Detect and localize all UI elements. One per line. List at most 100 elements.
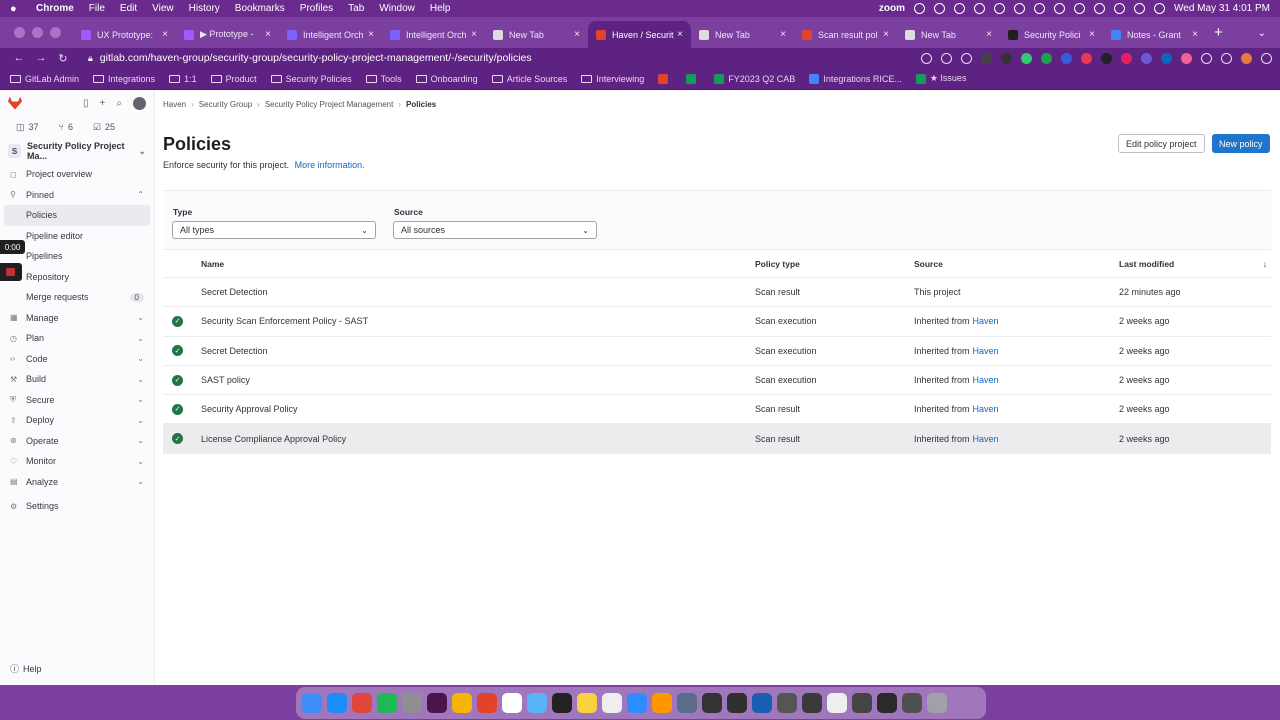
fullscreen-window-button[interactable] bbox=[50, 27, 61, 38]
browser-tab[interactable]: New Tab × bbox=[897, 21, 1000, 48]
menu-file[interactable]: File bbox=[89, 3, 105, 14]
1password-icon[interactable] bbox=[752, 693, 772, 713]
bookmark-item[interactable]: FY2023 Q2 CAB bbox=[714, 73, 795, 84]
sidebar-item-code[interactable]: ‹› Code ⌄ bbox=[0, 349, 154, 370]
slack-icon[interactable] bbox=[427, 693, 447, 713]
menu-clock[interactable]: Wed May 31 4:01 PM bbox=[1174, 3, 1270, 14]
sidebar-item-build[interactable]: ⚒ Build ⌄ bbox=[0, 369, 154, 390]
column-header-last-modified[interactable]: Last modified ↓ bbox=[1119, 259, 1271, 269]
bookmark-item[interactable]: ★ Issues bbox=[915, 73, 966, 84]
extension-icon[interactable] bbox=[1061, 52, 1072, 64]
sidebar-item-monitor[interactable]: ♡ Monitor ⌄ bbox=[0, 451, 154, 472]
extension-icon[interactable] bbox=[1101, 52, 1112, 64]
wifi-status-icon[interactable] bbox=[1094, 3, 1106, 14]
menu-help[interactable]: Help bbox=[430, 3, 451, 14]
bluetooth-status-icon[interactable] bbox=[1054, 3, 1066, 14]
sketch-icon[interactable] bbox=[452, 693, 472, 713]
sidebar-pinned-section[interactable]: ⚲ Pinned ⌃ bbox=[0, 185, 154, 206]
zoom-status-item[interactable]: zoom bbox=[879, 3, 905, 14]
table-row[interactable]: ✓ License Compliance Approval Policy Scan … bbox=[163, 424, 1271, 454]
help-button[interactable]: ⓘ Help bbox=[10, 662, 42, 675]
browser-tab[interactable]: New Tab × bbox=[485, 21, 588, 48]
bookmark-item[interactable]: Tools bbox=[365, 74, 402, 84]
table-row[interactable]: Secret Detection Scan result This project 2… bbox=[163, 278, 1271, 308]
preview-icon[interactable] bbox=[527, 693, 547, 713]
menu-history[interactable]: History bbox=[189, 3, 220, 14]
forward-arrow-icon[interactable]: → bbox=[30, 52, 52, 64]
menu-window[interactable]: Window bbox=[379, 3, 415, 14]
browser-tab[interactable]: Security Polici × bbox=[1000, 21, 1103, 48]
edit-policy-project-button[interactable]: Edit policy project bbox=[1118, 134, 1205, 153]
terminal-2-icon[interactable] bbox=[702, 693, 722, 713]
control-center-icon[interactable] bbox=[1134, 3, 1146, 14]
policy-name[interactable]: Secret Detection bbox=[201, 287, 755, 297]
breadcrumb-item[interactable]: Haven bbox=[163, 100, 186, 109]
tab-close-icon[interactable]: × bbox=[677, 29, 683, 40]
sort-descending-icon[interactable]: ↓ bbox=[1263, 259, 1267, 269]
tab-close-icon[interactable]: × bbox=[368, 29, 374, 40]
menu-bookmarks[interactable]: Bookmarks bbox=[235, 3, 285, 14]
textedit-icon[interactable] bbox=[602, 693, 622, 713]
chrome-icon[interactable] bbox=[352, 693, 372, 713]
extension-icon[interactable] bbox=[1081, 52, 1092, 64]
screen-icon[interactable] bbox=[677, 693, 697, 713]
window-icon[interactable] bbox=[777, 693, 797, 713]
search-icon[interactable]: ⌕ bbox=[116, 98, 122, 109]
menu-profiles[interactable]: Profiles bbox=[300, 3, 333, 14]
side-panel-icon[interactable] bbox=[1221, 52, 1232, 64]
app-store-icon[interactable] bbox=[327, 693, 347, 713]
browser-tab[interactable]: UX Prototype: × bbox=[73, 21, 176, 48]
extension-icon[interactable] bbox=[1021, 52, 1032, 64]
sidebar-item-settings[interactable]: ⚙ Settings bbox=[0, 496, 154, 517]
address-bar[interactable]: 🔒︎ gitlab.com/haven-group/security-group… bbox=[88, 49, 868, 67]
new-tab-button[interactable]: + bbox=[1214, 24, 1223, 41]
browser-tab[interactable]: Intelligent Orch × bbox=[382, 21, 485, 48]
system-settings-icon[interactable] bbox=[402, 693, 422, 713]
profile-avatar[interactable] bbox=[1241, 52, 1252, 64]
source-link[interactable]: Haven bbox=[973, 346, 999, 356]
project-switcher[interactable]: S Security Policy Project Ma... ⌄ bbox=[0, 138, 154, 164]
type-filter-dropdown[interactable]: All types ⌄ bbox=[172, 221, 376, 239]
battery-status-icon[interactable] bbox=[1074, 3, 1086, 14]
menu-tab[interactable]: Tab bbox=[348, 3, 364, 14]
bookmark-item[interactable]: Security Policies bbox=[270, 74, 352, 84]
notes-icon[interactable] bbox=[577, 693, 597, 713]
terminal-icon[interactable] bbox=[552, 693, 572, 713]
create-new-icon[interactable]: + bbox=[100, 98, 106, 109]
bookmark-item[interactable]: Integrations bbox=[93, 74, 155, 84]
sidebar-item-analyze[interactable]: ▤ Analyze ⌄ bbox=[0, 472, 154, 493]
policy-name[interactable]: Secret Detection bbox=[201, 346, 755, 356]
bookmark-item[interactable]: Onboarding bbox=[415, 74, 478, 84]
apple-menu-icon[interactable]: ● bbox=[10, 3, 24, 15]
sidebar-item-manage[interactable]: ▦ Manage ⌄ bbox=[0, 308, 154, 329]
collapse-sidebar-icon[interactable]: ▯ bbox=[83, 98, 89, 109]
window-icon[interactable] bbox=[852, 693, 872, 713]
window-icon[interactable] bbox=[802, 693, 822, 713]
app-status-icon[interactable] bbox=[934, 3, 946, 14]
user-avatar[interactable] bbox=[133, 96, 146, 110]
sidebar-item-repository[interactable]: Repository bbox=[0, 267, 154, 288]
back-arrow-icon[interactable]: ← bbox=[8, 52, 30, 64]
bookmark-item[interactable]: Integrations RICE... bbox=[809, 73, 902, 84]
music-status-icon[interactable] bbox=[1014, 3, 1026, 14]
table-row[interactable]: ✓ Security Scan Enforcement Policy - SAST… bbox=[163, 307, 1271, 337]
more-information-link[interactable]: More information. bbox=[295, 160, 365, 170]
extension-icon[interactable] bbox=[1141, 52, 1152, 64]
browser-tab[interactable]: Intelligent Orch × bbox=[279, 21, 382, 48]
table-row[interactable]: ✓ Security Approval Policy Scan result Inhe… bbox=[163, 395, 1271, 425]
target-status-icon[interactable] bbox=[954, 3, 966, 14]
breadcrumb-item[interactable]: Security Group bbox=[199, 100, 252, 109]
search-status-icon[interactable] bbox=[1114, 3, 1126, 14]
trash-icon[interactable] bbox=[927, 693, 947, 713]
tab-search-chevron-icon[interactable]: ⌄ bbox=[1258, 28, 1280, 39]
sidebar-item-merge-requests[interactable]: Merge requests 0 bbox=[0, 287, 154, 308]
stop-recording-button[interactable] bbox=[0, 263, 22, 281]
sidebar-item-deploy[interactable]: ⇪ Deploy ⌄ bbox=[0, 410, 154, 431]
source-link[interactable]: Haven bbox=[973, 316, 999, 326]
column-header-source[interactable]: Source bbox=[914, 259, 1119, 269]
lock-icon[interactable]: 🔒︎ bbox=[88, 53, 93, 64]
bookmark-item[interactable]: GitLab Admin bbox=[10, 74, 79, 84]
siri-icon[interactable] bbox=[1154, 3, 1166, 14]
extension-icon[interactable] bbox=[981, 52, 992, 64]
tab-close-icon[interactable]: × bbox=[780, 29, 786, 40]
